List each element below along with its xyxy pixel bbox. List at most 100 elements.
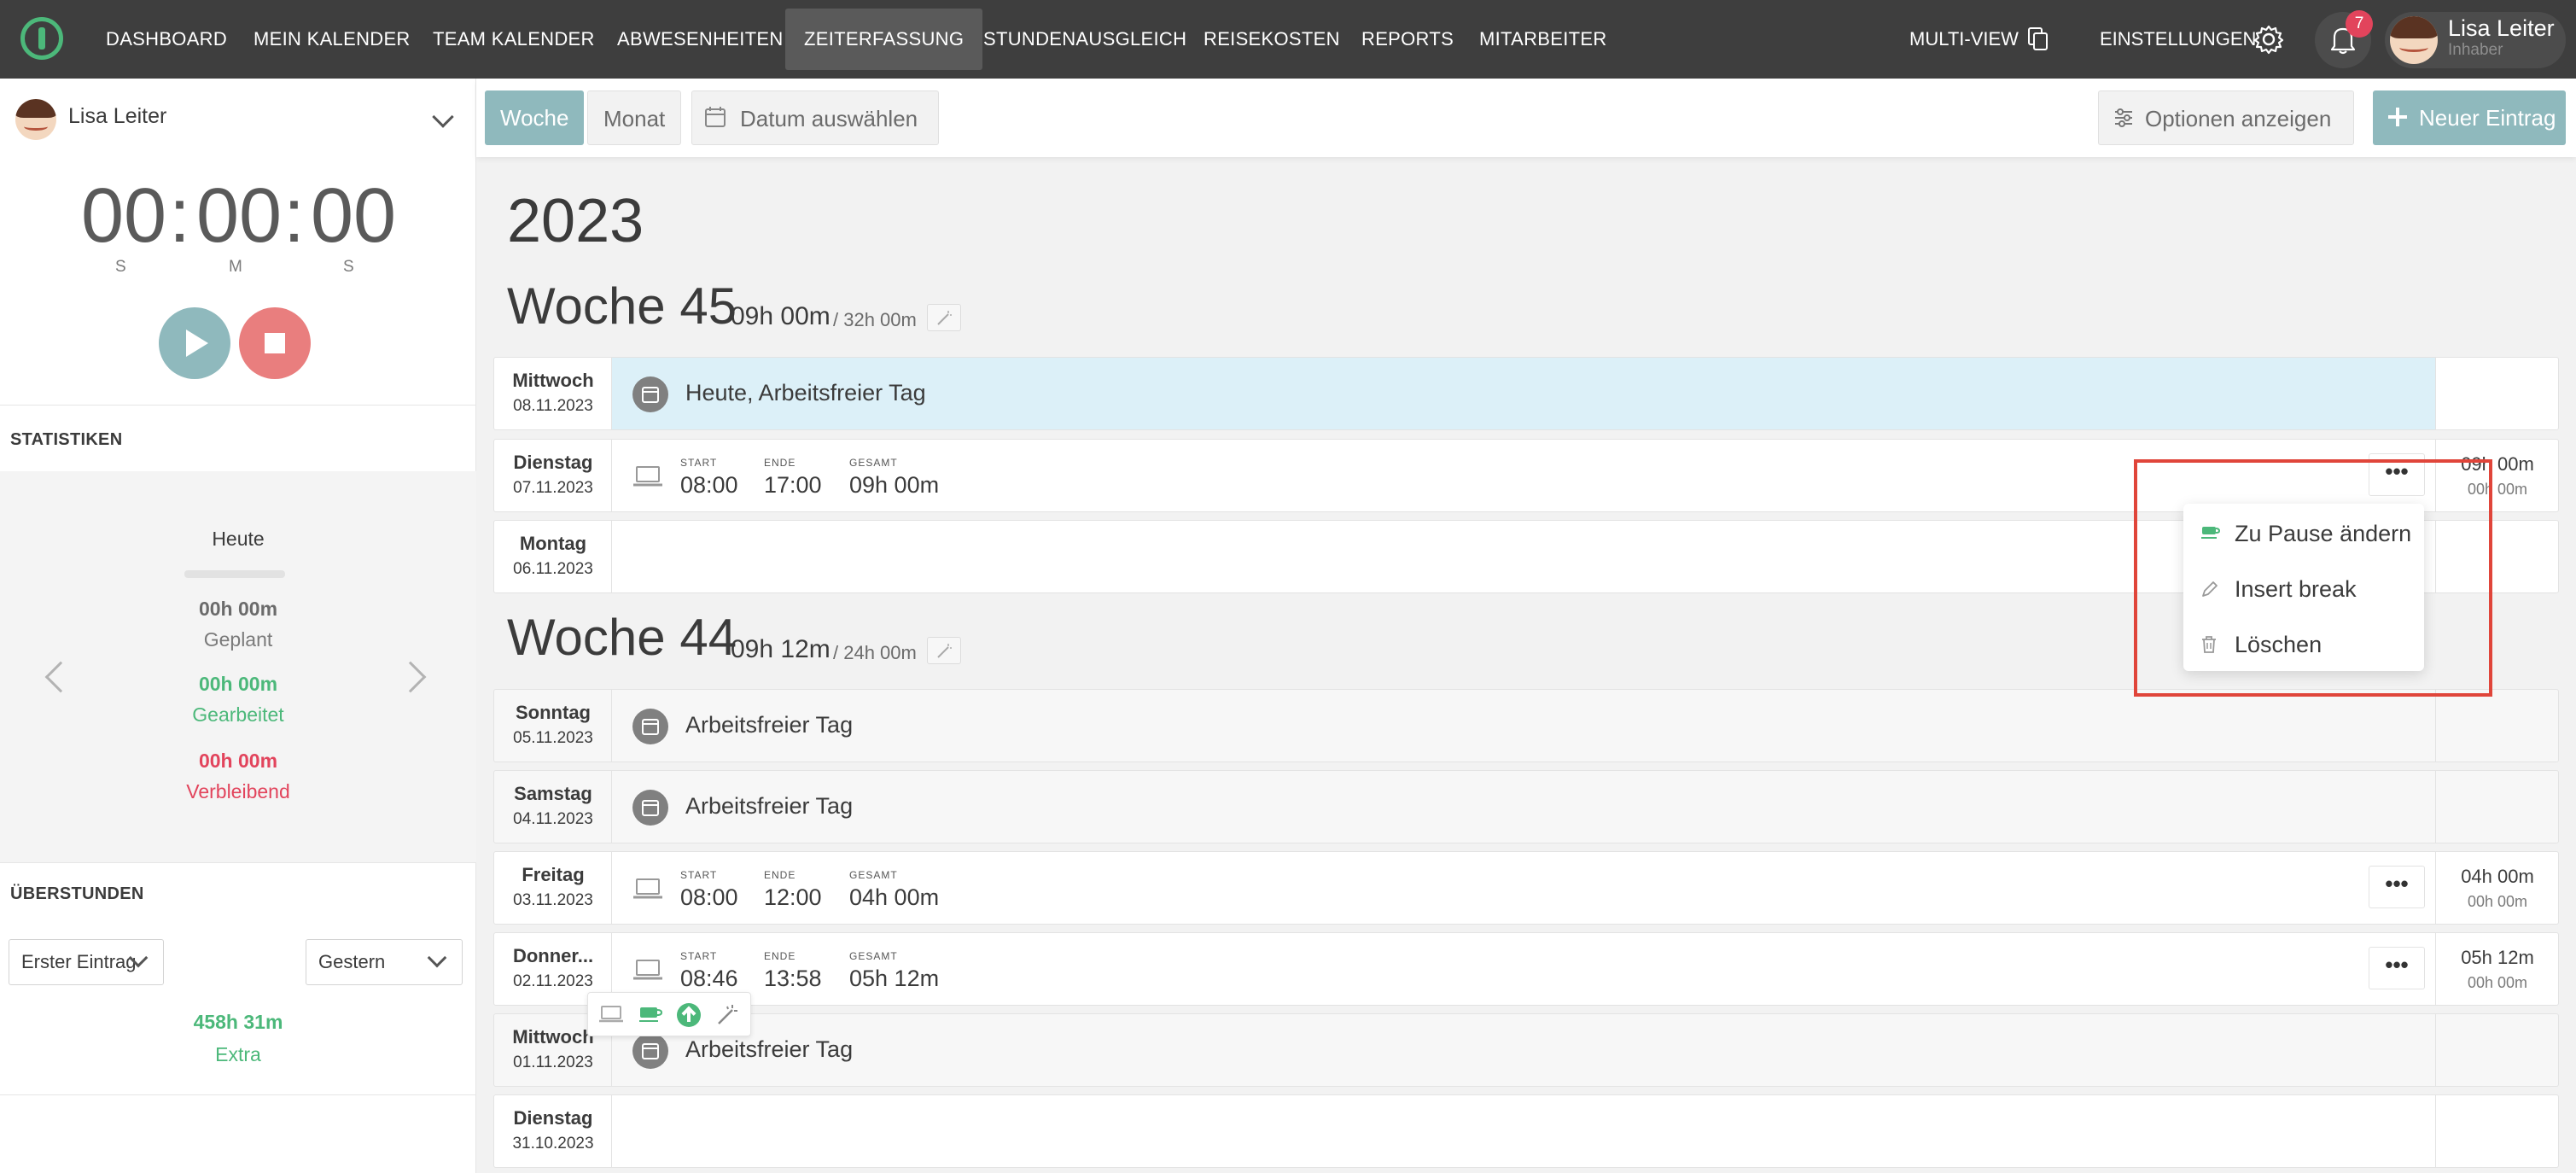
nav-mein-kalender[interactable]: MEIN KALENDER xyxy=(254,0,411,79)
start-time[interactable]: 08:00 xyxy=(680,472,738,499)
month-view-button[interactable]: Monat xyxy=(587,90,682,145)
magic-wand-icon xyxy=(937,644,952,658)
end-time[interactable]: 13:58 xyxy=(764,966,822,992)
day-row[interactable]: Samstag 04.11.2023 Arbeitsfreier Tag xyxy=(493,770,2559,843)
coffee-icon[interactable] xyxy=(638,1004,663,1024)
nav-abwesenheiten[interactable]: ABWESENHEITEN xyxy=(617,0,784,79)
end-time[interactable]: 12:00 xyxy=(764,884,822,911)
start-label: START xyxy=(680,457,718,469)
divider xyxy=(0,1094,476,1095)
nav-team-kalender[interactable]: TEAM KALENDER xyxy=(433,0,595,79)
nav-zeiterfassung[interactable]: ZEITERFASSUNG xyxy=(785,9,983,70)
week-44-title: Woche 44 xyxy=(507,609,737,666)
day-date: 06.11.2023 xyxy=(513,560,593,578)
app-logo[interactable] xyxy=(20,17,63,60)
play-button[interactable] xyxy=(159,307,230,379)
day-row[interactable]: Dienstag 31.10.2023 xyxy=(493,1094,2559,1168)
gear-icon[interactable] xyxy=(2253,24,2284,55)
sidebar-user-select[interactable]: Lisa Leiter xyxy=(68,104,166,129)
laptop-icon xyxy=(633,878,662,899)
day-name: Samstag xyxy=(514,783,592,804)
stop-button[interactable] xyxy=(239,307,311,379)
copy-icon[interactable] xyxy=(2028,27,2049,51)
total-label: GESAMT xyxy=(849,457,898,469)
day-cell: Sonntag 05.11.2023 xyxy=(494,690,612,762)
divider xyxy=(0,405,476,406)
day-row[interactable]: Donner... 02.11.2023 START 08:46 ENDE 13… xyxy=(493,932,2559,1006)
new-entry-label: Neuer Eintrag xyxy=(2419,105,2556,131)
laptop-icon xyxy=(633,960,662,980)
magic-wand-icon xyxy=(937,311,952,325)
day-date: 04.11.2023 xyxy=(513,810,593,828)
more-options-button[interactable]: ••• xyxy=(2369,947,2425,989)
notification-count-badge: 7 xyxy=(2346,10,2373,38)
entry-total: 09h 00m xyxy=(849,472,940,498)
entry-total: 04h 00m xyxy=(849,884,940,910)
laptop-icon[interactable] xyxy=(598,1005,624,1024)
overtime-label: Extra xyxy=(215,1043,261,1065)
day-row[interactable]: Freitag 03.11.2023 START 08:00 ENDE 12:0… xyxy=(493,851,2559,925)
start-time[interactable]: 08:00 xyxy=(680,884,738,911)
day-row-today[interactable]: Mittwoch 08.11.2023 Heute, Arbeitsfreier… xyxy=(493,357,2559,430)
planned-label: Geplant xyxy=(203,628,273,651)
day-total-cell: 04h 00m 00h 00m xyxy=(2435,852,2558,924)
day-cell: Montag 06.11.2023 xyxy=(494,521,612,592)
date-picker-label: Datum auswählen xyxy=(740,106,918,131)
day-date: 03.11.2023 xyxy=(513,891,593,909)
calendar-icon xyxy=(632,790,668,826)
nav-stundenausgleich[interactable]: STUNDENAUSGLEICH xyxy=(983,0,1186,79)
date-picker-button[interactable]: Datum auswählen xyxy=(691,90,939,145)
timer-separator: : xyxy=(169,173,191,259)
chevron-down-icon[interactable] xyxy=(432,106,454,128)
worked-label: Gearbeitet xyxy=(192,703,284,726)
nav-reports[interactable]: REPORTS xyxy=(1361,0,1454,79)
user-role: Inhaber xyxy=(2448,41,2503,59)
show-options-button[interactable]: Optionen anzeigen xyxy=(2098,90,2354,145)
nav-dashboard[interactable]: DASHBOARD xyxy=(106,0,227,79)
avatar xyxy=(2390,16,2438,64)
total-label: GESAMT xyxy=(849,950,898,962)
week-view-button[interactable]: Woche xyxy=(485,90,585,145)
day-name: Mittwoch xyxy=(512,370,594,391)
day-cell: Dienstag 07.11.2023 xyxy=(494,440,612,511)
entry-text: Heute, Arbeitsfreier Tag xyxy=(685,380,926,406)
multiview-button[interactable]: MULTI-VIEW xyxy=(1909,0,2019,79)
more-options-button[interactable]: ••• xyxy=(2369,866,2425,908)
settings-button[interactable]: EINSTELLUNGEN xyxy=(2100,0,2256,79)
day-name: Donner... xyxy=(512,945,594,966)
entry-text: Arbeitsfreier Tag xyxy=(685,793,854,819)
day-name: Freitag xyxy=(522,864,585,885)
calendar-icon xyxy=(632,709,668,744)
day-cell: Freitag 03.11.2023 xyxy=(494,852,612,924)
end-label: ENDE xyxy=(764,457,796,469)
show-options-label: Optionen anzeigen xyxy=(2145,106,2332,131)
timer-seconds-label: S xyxy=(343,258,354,276)
day-total-cell xyxy=(2435,690,2558,762)
nav-mitarbeiter[interactable]: MITARBEITER xyxy=(1479,0,1607,79)
nav-reisekosten[interactable]: REISEKOSTEN xyxy=(1203,0,1340,79)
day-name: Dienstag xyxy=(513,1107,593,1129)
magic-wand-button[interactable] xyxy=(927,304,961,331)
end-label: ENDE xyxy=(764,869,796,881)
arrow-up-icon[interactable] xyxy=(677,1003,701,1027)
end-time[interactable]: 17:00 xyxy=(764,472,822,499)
week-45-title: Woche 45 xyxy=(507,277,737,335)
day-row[interactable]: Sonntag 05.11.2023 Arbeitsfreier Tag xyxy=(493,689,2559,762)
plus-icon xyxy=(2387,106,2409,128)
start-label: START xyxy=(680,869,718,881)
entry-text: Arbeitsfreier Tag xyxy=(685,1036,854,1062)
day-date: 08.11.2023 xyxy=(513,397,593,415)
day-total-cell: 05h 12m 00h 00m xyxy=(2435,933,2558,1005)
divider xyxy=(0,862,476,863)
day-row[interactable]: Mittwoch 01.11.2023 Arbeitsfreier Tag xyxy=(493,1013,2559,1087)
day-date: 01.11.2023 xyxy=(513,1053,593,1071)
year-heading: 2023 xyxy=(507,187,644,255)
day-name: Dienstag xyxy=(513,452,593,473)
start-time[interactable]: 08:46 xyxy=(680,966,738,992)
magic-wand-icon[interactable] xyxy=(716,1004,738,1026)
timer-separator: : xyxy=(283,173,306,259)
magic-wand-button[interactable] xyxy=(927,637,961,664)
day-total: 04h 00m xyxy=(2461,866,2534,887)
total-label: GESAMT xyxy=(849,869,898,881)
start-label: START xyxy=(680,950,718,962)
